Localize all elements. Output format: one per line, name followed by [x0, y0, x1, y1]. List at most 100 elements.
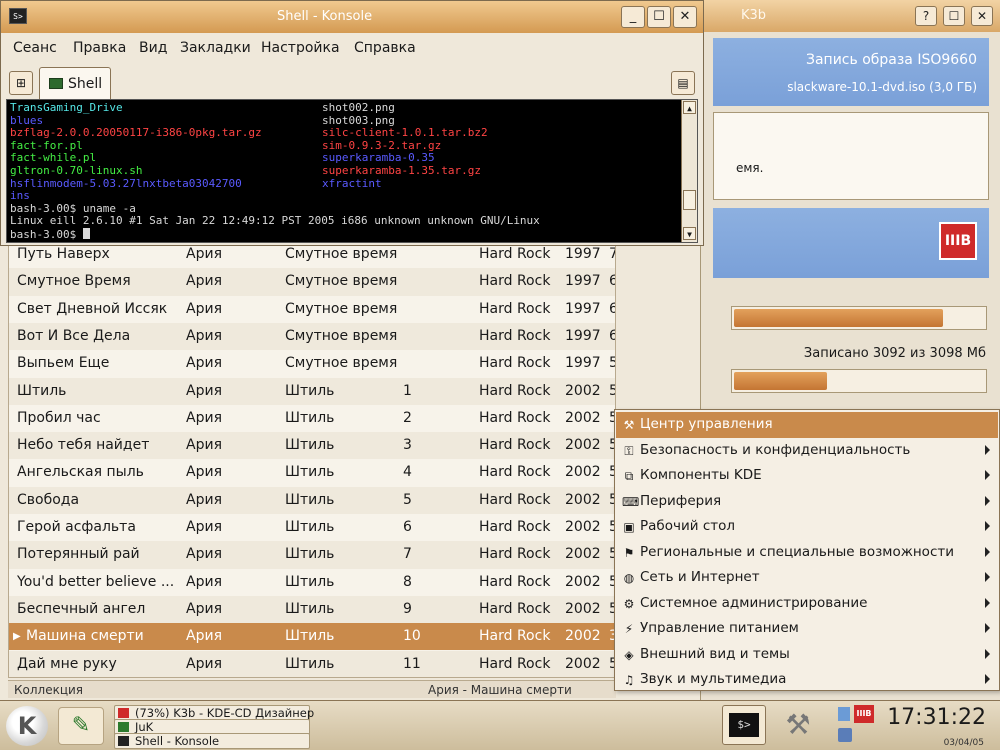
track-album: Штиль — [285, 491, 335, 508]
menu-item[interactable]: ◍ Сеть и Интернет — [616, 565, 998, 591]
track-title: Герой асфальта — [17, 519, 136, 535]
k3b-titlebar[interactable]: K3b ? ☐ ✕ — [701, 0, 1000, 32]
track-artist: Ария — [186, 628, 222, 645]
menu-item[interactable]: ⌨ Периферия — [616, 489, 998, 515]
maximize-button[interactable]: ☐ — [647, 6, 671, 28]
table-row[interactable]: Дай мне рукуАрияШтиль11Hard Rock20025 — [9, 650, 615, 677]
scroll-thumb[interactable] — [683, 190, 696, 210]
table-row[interactable]: ▶Машина смертиАрияШтиль10Hard Rock20023 — [9, 623, 615, 651]
close-button[interactable]: ✕ — [673, 6, 697, 28]
scroll-down-icon[interactable]: ▼ — [683, 227, 696, 240]
track-year: 1997 — [565, 300, 601, 317]
menu-item[interactable]: ⚿ Безопасность и конфиденциальность — [616, 438, 998, 464]
track-artist: Ария — [186, 573, 222, 590]
track-genre: Hard Rock — [479, 327, 551, 344]
menu-item-icon: ▣ — [623, 520, 635, 534]
terminal-text: TransGaming_Drive — [10, 101, 123, 114]
track-length: 6:06 — [609, 323, 615, 350]
menu-bookmarks[interactable]: Закладки — [180, 40, 251, 56]
terminal-output[interactable]: TransGaming_Drive shot002.png blues shot003… — [6, 99, 698, 243]
terminal-text: gltron-0.70-linux.sh — [10, 164, 143, 177]
new-session-icon[interactable]: ⊞ — [9, 71, 33, 95]
track-year: 2002 — [565, 464, 601, 481]
kmenu-icon[interactable]: K — [6, 706, 48, 746]
close-session-icon[interactable]: ▤ — [671, 71, 695, 95]
help-button[interactable]: ? — [915, 6, 937, 26]
track-title: Вот И Все Дела — [17, 327, 131, 344]
table-row[interactable]: Ангельская пыльАрияШтиль4Hard Rock20025 — [9, 459, 615, 486]
menu-item[interactable]: ⚡ Управление питанием — [616, 616, 998, 642]
tools-icon[interactable]: ⚒ — [776, 705, 820, 745]
table-row[interactable]: Свет Дневной Иссяк Ария Смутное время Hard … — [9, 296, 615, 323]
track-length: 5:11 — [609, 378, 615, 405]
track-artist: Ария — [186, 491, 222, 508]
clock[interactable]: 17:31:22 — [887, 705, 986, 730]
table-row[interactable]: Беспечный ангелАрияШтиль9Hard Rock20025 — [9, 595, 615, 624]
track-length: 6:04 — [609, 296, 615, 323]
menu-edit[interactable]: Правка — [73, 40, 126, 56]
terminal-text: bash-3.00$ — [10, 228, 90, 242]
burn-log[interactable]: емя. — [713, 112, 989, 200]
terminal-scrollbar[interactable]: ▲ ▼ — [681, 100, 697, 242]
track-genre: Hard Rock — [479, 464, 551, 481]
menu-settings[interactable]: Настройка — [261, 40, 340, 56]
track-artist: Ария — [186, 519, 222, 535]
terminal-text: bzflag-2.0.0.20050117-i386-0pkg.tar.gz — [10, 126, 262, 140]
menu-item[interactable]: ⚒ Центр управления — [616, 412, 998, 438]
menu-item[interactable]: ⚙ Системное администрирование — [616, 591, 998, 617]
menu-help[interactable]: Справка — [354, 40, 416, 56]
taskbar-task[interactable]: Shell - Konsole — [114, 733, 310, 749]
track-length: 6:44 — [609, 268, 615, 295]
track-title: Дай мне руку — [17, 655, 117, 672]
menu-item[interactable]: ♫ Звук и мультимедиа — [616, 667, 998, 693]
k3b-logo-band: IIIB — [713, 208, 989, 278]
track-artist: Ария — [186, 409, 222, 426]
track-genre: Hard Rock — [479, 300, 551, 317]
menu-item[interactable]: ⧉ Компоненты KDE — [616, 463, 998, 489]
date: 03/04/05 — [943, 738, 984, 748]
table-row[interactable]: Выпьем Еще Ария Смутное время Hard Rock 1997… — [9, 350, 615, 377]
track-album: Штиль — [285, 382, 335, 399]
maximize-button[interactable]: ☐ — [943, 6, 965, 26]
table-row[interactable]: Штиль Ария Штиль 1 Hard Rock 2002 5:11 — [9, 377, 615, 405]
table-row[interactable]: Герой асфальтаАрияШтиль6Hard Rock20025 — [9, 514, 615, 541]
submenu-arrow-icon — [985, 674, 990, 684]
text-editor-icon[interactable]: ✎ — [58, 707, 104, 745]
track-album: Штиль — [285, 437, 335, 454]
menu-item-label: Системное администрирование — [640, 594, 868, 611]
table-row[interactable]: Вот И Все Дела Ария Смутное время Hard Rock… — [9, 322, 615, 351]
task-app-icon — [118, 736, 129, 746]
table-row[interactable]: Небо тебя найдетАрияШтиль3Hard Rock20025 — [9, 432, 615, 460]
k3b-tray-icon[interactable]: IIIB — [838, 705, 878, 725]
track-year: 2002 — [565, 437, 601, 454]
audio-tray-icon[interactable] — [838, 728, 852, 742]
task-app-icon — [118, 722, 129, 732]
track-number: 2 — [403, 409, 412, 426]
table-row[interactable]: Потерянный райАрияШтиль7Hard Rock20025 — [9, 541, 615, 569]
track-genre: Hard Rock — [479, 355, 551, 372]
menu-item[interactable]: ⚑ Региональные и специальные возможности — [616, 540, 998, 566]
burn-log-text: емя. — [736, 161, 764, 175]
submenu-arrow-icon — [985, 495, 990, 506]
menu-item[interactable]: ▣ Рабочий стол — [616, 514, 998, 540]
tab-shell[interactable]: Shell — [39, 67, 111, 99]
konsole-app-icon[interactable]: S> — [9, 8, 27, 24]
track-year: 2002 — [565, 628, 601, 645]
playlist-table[interactable]: Путь Наверх Ария Смутное время Hard Rock 199… — [8, 240, 616, 678]
table-row[interactable]: Смутное Время Ария Смутное время Hard Rock 1… — [9, 268, 615, 296]
table-row[interactable]: Пробил часАрияШтиль2Hard Rock20025: — [9, 405, 615, 432]
konsole-launcher-icon[interactable]: $> — [722, 705, 766, 745]
konsole-titlebar[interactable]: S> Shell - Konsole _ ☐ ✕ — [1, 1, 703, 33]
table-row[interactable]: СвободаАрияШтиль5Hard Rock20025 — [9, 486, 615, 514]
close-button[interactable]: ✕ — [971, 6, 993, 26]
menu-item[interactable]: ◈ Внешний вид и темы — [616, 642, 998, 668]
track-album: Смутное время — [285, 355, 398, 372]
minimize-button[interactable]: _ — [621, 6, 645, 28]
track-album: Штиль — [285, 600, 335, 617]
burn-heading: Запись образа ISO9660 — [805, 52, 977, 68]
menu-session[interactable]: Сеанс — [13, 40, 57, 56]
scroll-up-icon[interactable]: ▲ — [683, 101, 696, 114]
track-artist: Ария — [186, 464, 222, 481]
menu-view[interactable]: Вид — [139, 40, 167, 56]
table-row[interactable]: You'd better believe ... Ария Штиль 8 Hard R… — [9, 569, 615, 596]
